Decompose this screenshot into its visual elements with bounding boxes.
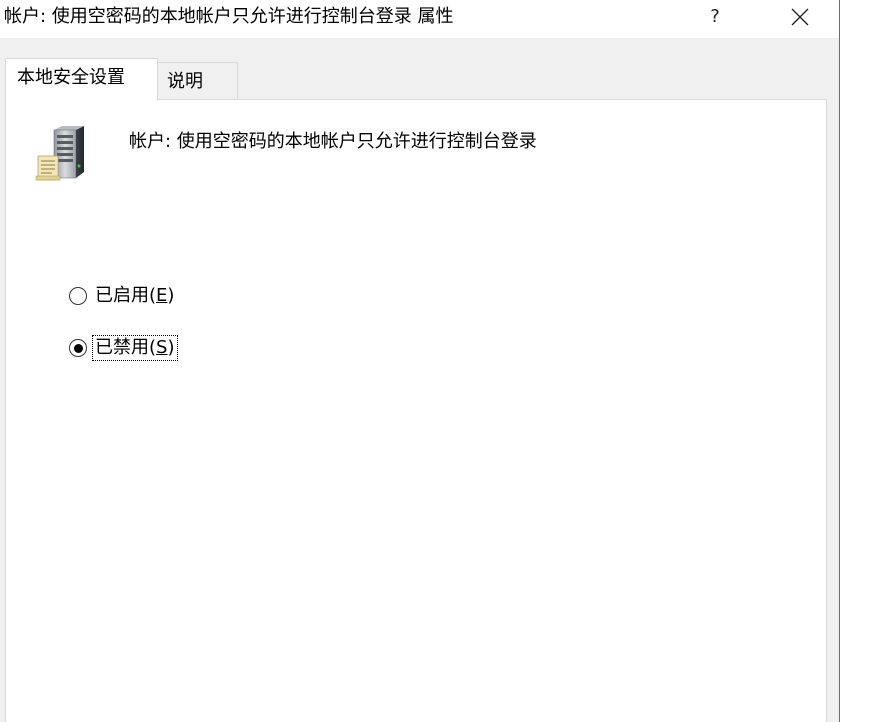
radio-enabled-label[interactable]: 已启用(E) [93,284,176,308]
tab-explain[interactable]: 说明 [157,62,238,100]
properties-dialog: 帐户: 使用空密码的本地帐户只允许进行控制台登录 属性 ? 本地安全设置 说明 [0,0,840,722]
title-bar[interactable]: 帐户: 使用空密码的本地帐户只允许进行控制台登录 属性 ? [0,0,839,38]
window-title: 帐户: 使用空密码的本地帐户只允许进行控制台登录 属性 [4,6,454,27]
help-button[interactable]: ? [692,0,738,34]
radio-enabled[interactable]: 已启用(E) [69,284,176,308]
tab-panel-local-security-setting: 帐户: 使用空密码的本地帐户只允许进行控制台登录 已启用(E) 已禁用(S) [5,99,827,722]
close-icon [791,8,809,26]
radio-disabled-circle[interactable] [69,339,87,357]
policy-title: 帐户: 使用空密码的本地帐户只允许进行控制台登录 [129,131,537,152]
close-button[interactable] [777,0,823,34]
background-strip [840,0,879,722]
server-policy-icon [35,126,84,181]
radio-selected-dot [73,343,83,353]
tab-strip: 本地安全设置 说明 [0,58,839,100]
radio-disabled-label[interactable]: 已禁用(S) [92,335,178,361]
radio-enabled-circle[interactable] [69,287,87,305]
tab-local-security-setting[interactable]: 本地安全设置 [5,58,158,100]
radio-disabled[interactable]: 已禁用(S) [69,335,178,361]
